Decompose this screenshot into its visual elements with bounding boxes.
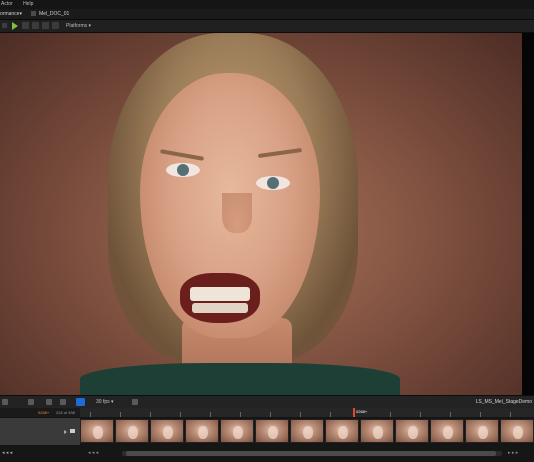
scroll-nav-left[interactable]: ◂ ◂ ◂	[88, 445, 98, 462]
playhead-label: 0268+	[356, 409, 368, 414]
menu-item-actor[interactable]: Actor	[0, 0, 13, 9]
loop-icon[interactable]	[132, 399, 138, 405]
filmstrip-thumbnail	[500, 419, 534, 443]
timeline-scrollbar-thumb[interactable]	[126, 451, 496, 456]
save-icon[interactable]	[2, 399, 8, 405]
settings-icon[interactable]	[52, 22, 59, 29]
filmstrip-thumbnail	[430, 419, 464, 443]
tab-asset[interactable]: Mel_DOC_01	[31, 9, 69, 19]
scroll-nav-right[interactable]: ▸ ▸ ▸	[508, 445, 518, 462]
transform-icon[interactable]	[28, 399, 34, 405]
filmstrip-thumbnail	[115, 419, 149, 443]
asset-icon	[31, 11, 36, 17]
character-nose	[222, 193, 252, 233]
expand-arrow-icon[interactable]	[64, 430, 67, 434]
platforms-dropdown[interactable]: Platforms ▾	[66, 20, 91, 32]
track-header[interactable]	[0, 417, 80, 446]
stop-button[interactable]	[32, 22, 39, 29]
timeline-ruler[interactable]	[80, 408, 534, 417]
key-icon[interactable]	[60, 399, 66, 405]
menu-item-help[interactable]: Help	[22, 0, 33, 9]
frame-range: 226 of 458	[56, 410, 75, 415]
grip-icon	[2, 23, 7, 28]
menu-bar: Actor Help	[0, 0, 534, 9]
timeline-ruler-row: 0268+ 226 of 458 0268+	[0, 408, 534, 417]
sequencer-toolbar: 30 fps ▾ LS_MS_Mel_StageDemo	[0, 396, 534, 408]
tab-performance[interactable]: ormance▾	[0, 9, 22, 19]
filmstrip-thumbnail	[325, 419, 359, 443]
filmstrip-thumbnail	[150, 419, 184, 443]
viewport[interactable]	[0, 33, 534, 395]
folder-icon	[70, 429, 75, 433]
timeline-scroll-row: ◂ ◂ ◂ ◂ ◂ ◂ ▸ ▸ ▸	[0, 445, 534, 462]
character-shirt	[80, 363, 400, 395]
filmstrip-thumbnail	[80, 419, 114, 443]
tab-bar: ormance▾ Mel_DOC_01	[0, 9, 534, 20]
filmstrip-thumbnail	[360, 419, 394, 443]
filmstrip-thumbnail	[185, 419, 219, 443]
play-button[interactable]	[12, 22, 18, 30]
filmstrip-thumbnail	[255, 419, 289, 443]
snap-icon[interactable]	[46, 399, 52, 405]
current-frame[interactable]: 0268+	[38, 408, 49, 417]
toolbar: Platforms ▾	[0, 20, 534, 32]
video-track-filmstrip[interactable]	[80, 417, 534, 445]
viewport-edge	[522, 33, 534, 395]
step-button[interactable]	[22, 22, 29, 29]
left-eye	[166, 163, 200, 177]
filmstrip-thumbnail	[220, 419, 254, 443]
right-eye	[256, 176, 290, 190]
sequence-name: LS_MS_Mel_StageDemo	[475, 399, 532, 405]
playhead[interactable]	[353, 408, 355, 417]
filmstrip-thumbnail	[290, 419, 324, 443]
magnet-toggle-button[interactable]	[76, 398, 85, 406]
filmstrip-thumbnail	[465, 419, 499, 443]
character-mouth	[180, 273, 260, 323]
eject-button[interactable]	[42, 22, 49, 29]
tab-asset-label: Mel_DOC_01	[39, 11, 70, 17]
filmstrip-thumbnail	[395, 419, 429, 443]
scroll-nav-left-label[interactable]: ◂ ◂ ◂	[2, 445, 12, 462]
timeline-scrollbar[interactable]	[122, 451, 502, 456]
fps-dropdown[interactable]: 30 fps ▾	[96, 396, 114, 408]
